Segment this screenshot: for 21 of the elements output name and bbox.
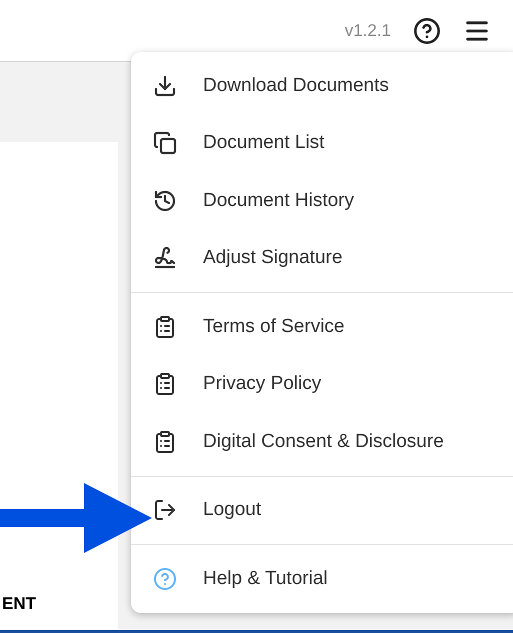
menu-item[interactable]: Help & Tutorial xyxy=(131,550,513,608)
menu-item[interactable]: Document List xyxy=(131,114,513,172)
document-text: ENT xyxy=(2,592,36,614)
menu-item[interactable]: Document History xyxy=(131,172,513,230)
menu-item[interactable]: Logout xyxy=(131,482,513,539)
help-icon xyxy=(153,566,177,591)
help-icon[interactable] xyxy=(413,16,441,44)
clipboard-icon xyxy=(153,314,177,339)
history-icon xyxy=(153,188,177,213)
menu-item[interactable]: Download Documents xyxy=(131,57,513,114)
download-icon xyxy=(153,74,177,98)
version-label: v1.2.1 xyxy=(344,20,391,42)
logout-icon xyxy=(153,498,177,522)
menu-item[interactable]: Digital Consent & Disclosure xyxy=(131,413,513,470)
copy-icon xyxy=(153,131,177,156)
menu-item[interactable]: Terms of Service xyxy=(131,298,513,356)
clipboard-icon xyxy=(153,372,177,396)
menu-item[interactable]: Privacy Policy xyxy=(131,356,513,413)
menu-item[interactable]: Adjust Signature xyxy=(131,230,513,287)
signature-icon xyxy=(153,246,177,270)
clipboard-icon xyxy=(153,430,177,454)
